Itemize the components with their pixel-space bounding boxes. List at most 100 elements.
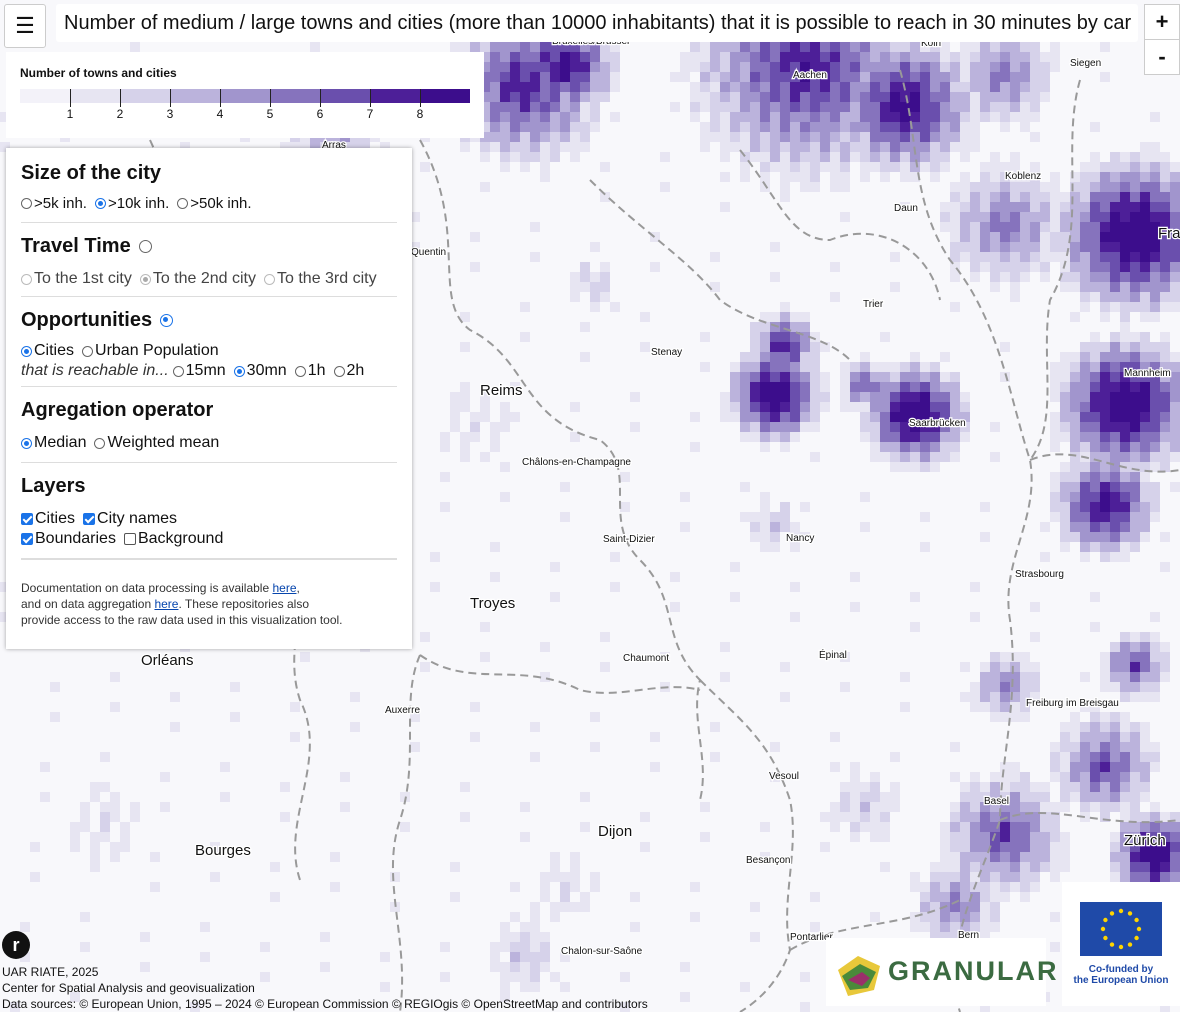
grid-cell — [570, 882, 580, 892]
grid-cell — [960, 92, 970, 102]
grid-cell — [580, 282, 590, 292]
grid-cell — [1070, 752, 1080, 762]
grid-cell — [920, 402, 930, 412]
grid-cell — [460, 782, 470, 792]
grid-cell — [1130, 502, 1140, 512]
grid-cell — [530, 62, 540, 72]
grid-cell — [1110, 472, 1120, 482]
grid-cell — [590, 82, 600, 92]
grid-cell — [860, 102, 870, 112]
grid-cell — [870, 82, 880, 92]
grid-cell — [900, 42, 910, 52]
grid-cell — [560, 72, 570, 82]
grid-cell — [530, 252, 540, 262]
grid-cell — [950, 392, 960, 402]
grid-cell — [820, 842, 830, 852]
grid-cell — [910, 622, 920, 632]
grid-cell — [1020, 92, 1030, 102]
grid-cell — [440, 942, 450, 952]
layer-background-checkbox[interactable]: Background — [123, 530, 223, 548]
layer-cities-checkbox[interactable]: Cities — [21, 510, 75, 528]
city-label: Épinal — [819, 648, 847, 661]
grid-cell — [770, 432, 780, 442]
grid-cell — [1050, 212, 1060, 222]
grid-cell — [1030, 792, 1040, 802]
grid-cell — [1050, 242, 1060, 252]
grid-cell — [490, 52, 500, 62]
layer-boundaries-checkbox[interactable]: Boundaries — [21, 530, 116, 548]
zoom-in-button[interactable]: + — [1145, 5, 1179, 39]
grid-cell — [1170, 272, 1180, 282]
size-option-10k[interactable]: >10k inh. — [94, 195, 169, 212]
grid-cell — [800, 1002, 810, 1012]
grid-cell — [560, 122, 570, 132]
time-option-2h[interactable]: 2h — [333, 362, 364, 380]
layer-city-names-checkbox[interactable]: City names — [83, 510, 177, 528]
grid-cell — [1120, 492, 1130, 502]
opp-option-cities[interactable]: Cities — [21, 342, 74, 360]
grid-cell — [1050, 232, 1060, 242]
grid-cell — [950, 232, 960, 242]
grid-cell — [1110, 502, 1120, 512]
eu-label-line: the European Union — [1073, 975, 1169, 986]
opp-option-population[interactable]: Urban Population — [82, 342, 219, 360]
grid-cell — [880, 122, 890, 132]
doc-aggregation-link[interactable]: here — [154, 597, 178, 611]
grid-cell — [540, 882, 550, 892]
grid-cell — [1140, 862, 1150, 872]
travel-heading: Travel Time — [21, 235, 397, 258]
grid-cell — [1110, 532, 1120, 542]
grid-cell — [1100, 662, 1110, 672]
grid-cell — [990, 892, 1000, 902]
menu-button[interactable]: ☰ — [4, 4, 46, 48]
grid-cell — [780, 442, 790, 452]
grid-cell — [830, 172, 840, 182]
agg-option-median[interactable]: Median — [21, 434, 86, 452]
grid-cell — [920, 442, 930, 452]
grid-cell — [740, 982, 750, 992]
doc-processing-link[interactable]: here — [272, 581, 296, 595]
grid-cell — [1100, 502, 1110, 512]
grid-cell — [500, 962, 510, 972]
grid-cell — [760, 102, 770, 112]
grid-cell — [750, 322, 760, 332]
time-option-1h[interactable]: 1h — [294, 362, 326, 380]
grid-cell — [1000, 772, 1010, 782]
grid-cell — [1010, 52, 1020, 62]
grid-cell — [1080, 292, 1090, 302]
travel-option-1st[interactable]: To the 1st city — [21, 270, 132, 288]
grid-cell — [1080, 782, 1090, 792]
grid-cell — [550, 902, 560, 912]
grid-cell — [900, 92, 910, 102]
opportunities-toggle[interactable] — [160, 314, 174, 327]
grid-cell — [310, 42, 320, 52]
agg-option-weighted-mean[interactable]: Weighted mean — [94, 434, 219, 452]
grid-cell — [690, 442, 700, 452]
grid-cell — [720, 112, 730, 122]
time-option-15mn[interactable]: 15mn — [172, 362, 226, 380]
travel-toggle[interactable] — [138, 240, 152, 253]
travel-option-2nd[interactable]: To the 2nd city — [139, 270, 256, 288]
grid-cell — [1090, 722, 1100, 732]
grid-cell — [1030, 192, 1040, 202]
size-option-5k[interactable]: >5k inh. — [21, 195, 87, 212]
grid-cell — [1150, 752, 1160, 762]
grid-cell — [1100, 272, 1110, 282]
size-option-50k[interactable]: >50k inh. — [177, 195, 252, 212]
grid-cell — [1080, 462, 1090, 472]
grid-cell — [1060, 532, 1070, 542]
grid-cell — [1060, 432, 1070, 442]
grid-cell — [930, 862, 940, 872]
zoom-out-button[interactable]: - — [1145, 39, 1179, 74]
grid-cell — [160, 772, 170, 782]
grid-cell — [500, 932, 510, 942]
travel-option-3rd[interactable]: To the 3rd city — [264, 270, 377, 288]
grid-cell — [510, 92, 520, 102]
grid-cell — [1010, 212, 1020, 222]
time-option-30mn[interactable]: 30mn — [233, 362, 287, 380]
grid-cell — [130, 42, 140, 52]
grid-cell — [1140, 692, 1150, 702]
grid-cell — [830, 52, 840, 62]
grid-cell — [920, 152, 930, 162]
grid-cell — [780, 392, 790, 402]
